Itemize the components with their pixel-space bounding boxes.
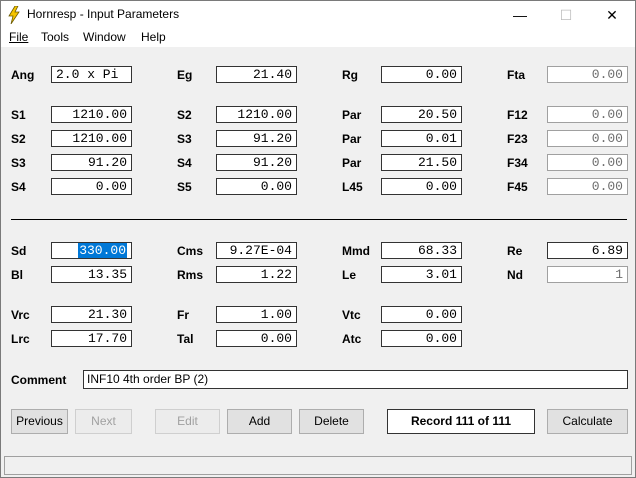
sd-field[interactable]: 330.00 (51, 242, 132, 259)
cms-label: Cms (177, 244, 204, 258)
s4b-label: S4 (11, 180, 26, 194)
s3-label: S3 (177, 132, 192, 146)
fr-field[interactable]: 1.00 (216, 306, 297, 323)
add-button[interactable]: Add (227, 409, 292, 434)
s2-label: S2 (177, 108, 192, 122)
minimize-button[interactable]: — (497, 1, 543, 29)
s5-label: S5 (177, 180, 192, 194)
comment-label: Comment (11, 373, 67, 387)
bl-field[interactable]: 13.35 (51, 266, 132, 283)
sd-label: Sd (11, 244, 27, 258)
s2b-label: S2 (11, 132, 26, 146)
s2b-field[interactable]: 1210.00 (51, 130, 132, 147)
tal-label: Tal (177, 332, 194, 346)
rg-field[interactable]: 0.00 (381, 66, 462, 83)
window-title: Hornresp - Input Parameters (27, 7, 180, 21)
s4b-field[interactable]: 0.00 (51, 178, 132, 195)
f45-label: F45 (507, 180, 528, 194)
sd-selected-value: 330.00 (78, 243, 127, 258)
close-button[interactable]: ✕ (589, 1, 635, 29)
mmd-field[interactable]: 68.33 (381, 242, 462, 259)
menu-bar: File Tools Window Help (1, 29, 635, 47)
next-button[interactable]: Next (75, 409, 132, 434)
maximize-button[interactable]: ☐ (543, 1, 589, 29)
f12-field: 0.00 (547, 106, 628, 123)
f34-label: F34 (507, 156, 528, 170)
par1-field[interactable]: 20.50 (381, 106, 462, 123)
menu-file[interactable]: File (9, 29, 28, 45)
vtc-label: Vtc (342, 308, 361, 322)
tal-field[interactable]: 0.00 (216, 330, 297, 347)
s1-label: S1 (11, 108, 26, 122)
par1-label: Par (342, 108, 362, 122)
le-field[interactable]: 3.01 (381, 266, 462, 283)
f45-field: 0.00 (547, 178, 628, 195)
fta-label: Fta (507, 68, 525, 82)
comment-field[interactable]: INF10 4th order BP (2) (83, 370, 628, 389)
par2-label: Par (342, 132, 362, 146)
menu-window[interactable]: Window (83, 29, 126, 45)
mmd-label: Mmd (342, 244, 370, 258)
nd-field: 1 (547, 266, 628, 283)
ang-field[interactable]: 2.0 x Pi (51, 66, 132, 83)
nd-label: Nd (507, 268, 523, 282)
ang-label: Ang (11, 68, 35, 82)
vrc-field[interactable]: 21.30 (51, 306, 132, 323)
atc-label: Atc (342, 332, 362, 346)
s4-field[interactable]: 91.20 (216, 154, 297, 171)
vrc-label: Vrc (11, 308, 30, 322)
status-bar (4, 456, 632, 475)
fta-field: 0.00 (547, 66, 628, 83)
par3-label: Par (342, 156, 362, 170)
menu-help[interactable]: Help (141, 29, 166, 45)
s2-field[interactable]: 1210.00 (216, 106, 297, 123)
s1-field[interactable]: 1210.00 (51, 106, 132, 123)
hornresp-window: Hornresp - Input Parameters — ☐ ✕ File T… (0, 0, 636, 478)
par2-field[interactable]: 0.01 (381, 130, 462, 147)
section-divider (11, 219, 627, 220)
menu-file-label: File (9, 30, 29, 44)
atc-field[interactable]: 0.00 (381, 330, 462, 347)
re-label: Re (507, 244, 523, 258)
l45-label: L45 (342, 180, 363, 194)
record-indicator: Record 111 of 111 (387, 409, 535, 434)
le-label: Le (342, 268, 357, 282)
f12-label: F12 (507, 108, 528, 122)
lrc-field[interactable]: 17.70 (51, 330, 132, 347)
bl-label: Bl (11, 268, 23, 282)
rms-label: Rms (177, 268, 204, 282)
cms-field[interactable]: 9.27E-04 (216, 242, 297, 259)
lrc-label: Lrc (11, 332, 30, 346)
calculate-button[interactable]: Calculate (547, 409, 628, 434)
s3-field[interactable]: 91.20 (216, 130, 297, 147)
l45-field[interactable]: 0.00 (381, 178, 462, 195)
s3b-field[interactable]: 91.20 (51, 154, 132, 171)
eg-field[interactable]: 21.40 (216, 66, 297, 83)
s5-field[interactable]: 0.00 (216, 178, 297, 195)
menu-tools[interactable]: Tools (41, 29, 69, 45)
lightning-bolt-icon (8, 6, 20, 24)
re-field[interactable]: 6.89 (547, 242, 628, 259)
edit-button[interactable]: Edit (155, 409, 220, 434)
vtc-field[interactable]: 0.00 (381, 306, 462, 323)
eg-label: Eg (177, 68, 193, 82)
s4-label: S4 (177, 156, 192, 170)
rms-field[interactable]: 1.22 (216, 266, 297, 283)
rg-label: Rg (342, 68, 358, 82)
f23-field: 0.00 (547, 130, 628, 147)
previous-button[interactable]: Previous (11, 409, 68, 434)
delete-button[interactable]: Delete (299, 409, 364, 434)
s3b-label: S3 (11, 156, 26, 170)
title-bar: Hornresp - Input Parameters — ☐ ✕ (1, 1, 635, 29)
fr-label: Fr (177, 308, 189, 322)
f23-label: F23 (507, 132, 528, 146)
f34-field: 0.00 (547, 154, 628, 171)
par3-field[interactable]: 21.50 (381, 154, 462, 171)
